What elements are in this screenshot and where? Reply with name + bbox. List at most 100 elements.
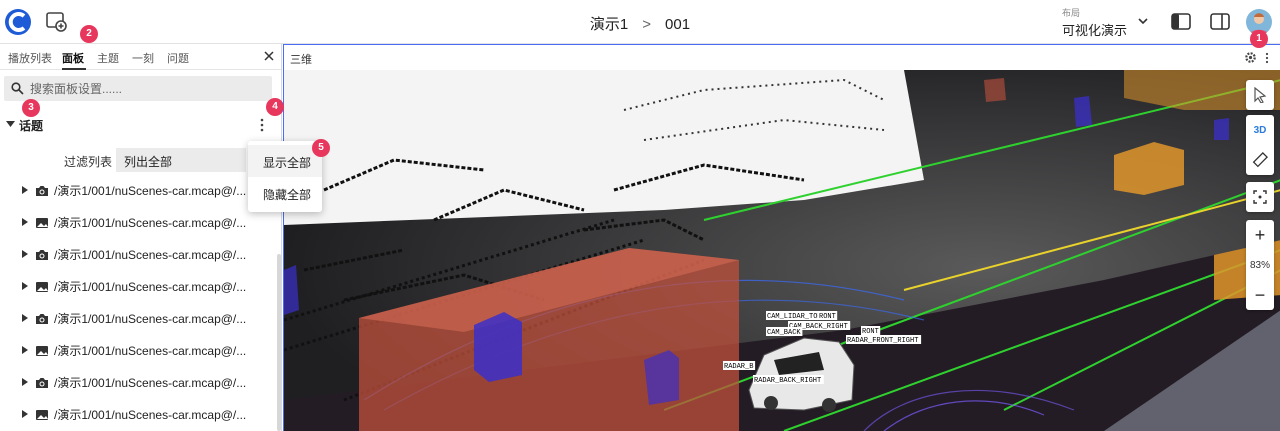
camera-icon [35,312,49,324]
topic-row[interactable]: /演示1/001/nuScenes-car.mcap@/... [0,270,281,302]
tab-topics[interactable]: 主题 [97,50,119,66]
three-d-panel: 三维 CAM_LIDAR_TOP RONT CAM_BACK_RIGHT CAM… [283,44,1280,431]
caret-down-icon[interactable] [6,121,15,128]
camera-icon [35,248,49,260]
cursor-arrow-icon [1254,87,1267,103]
topic-path: /演示1/001/nuScenes-car.mcap@/... [54,216,247,230]
panel-more-icon[interactable] [1265,52,1269,64]
filter-select[interactable]: 列出全部 [116,148,246,172]
3d-mode-button[interactable]: 3D [1246,115,1274,145]
more-vertical-icon[interactable] [258,117,266,133]
panel-toolbar: 三维 [283,44,1280,70]
search-field[interactable] [4,76,272,101]
tab-moments[interactable]: 一刻 [132,50,154,66]
close-icon[interactable] [262,49,276,63]
ruler-icon [1252,152,1268,168]
topic-row[interactable]: /演示1/001/nuScenes-car.mcap@/... [0,398,281,430]
topics-section-header[interactable]: 话题 [0,114,281,136]
datasource-subtitle[interactable]: 001 [665,16,690,33]
layout-label: 布局 [1062,8,1081,18]
image-icon [35,280,49,292]
chevron-down-icon[interactable] [1136,14,1150,28]
left-sidebar-toggle-icon[interactable] [1171,13,1191,30]
interact-toolbar [1246,80,1274,110]
topic-path: /演示1/001/nuScenes-car.mcap@/... [54,408,247,422]
step-badge-1: 1 [1250,30,1268,48]
caret-right-icon[interactable] [22,314,28,322]
caret-right-icon[interactable] [22,378,28,386]
topic-path: /演示1/001/nuScenes-car.mcap@/... [54,280,247,294]
breadcrumb-separator: > [642,16,652,33]
image-icon [35,344,49,356]
topic-row[interactable]: /演示1/001/nuScenes-car.mcap@/... [0,366,281,398]
topic-path: /演示1/001/nuScenes-car.mcap@/... [54,376,247,390]
settings-sidebar: 播放列表 面板 主题 一刻 问题 话题 过滤列表 列出全部 /演示1/001/n… [0,44,282,431]
search-icon [11,82,24,95]
step-badge-3: 3 [22,99,40,117]
focus-icon [1253,190,1267,204]
topic-path: /演示1/001/nuScenes-car.mcap@/... [54,184,247,198]
frame-label: RADAR_B [724,363,753,371]
panel-title[interactable]: 三维 [290,51,312,67]
tab-panel[interactable]: 面板 [62,50,84,66]
caret-right-icon[interactable] [22,250,28,258]
topic-row[interactable]: /演示1/001/nuScenes-car.mcap@/... [0,334,281,366]
sidebar-tabs: 播放列表 面板 主题 一刻 问题 [0,44,281,70]
menu-item-hide-all[interactable]: 隐藏全部 [248,177,322,209]
zoom-in-button[interactable]: + [1246,220,1274,250]
three-d-viewport[interactable]: CAM_LIDAR_TOP RONT CAM_BACK_RIGHT CAM_BACK R… [283,70,1280,431]
measure-button[interactable] [1246,145,1274,175]
zoom-out-button[interactable]: − [1246,280,1274,310]
top-bar: 演示1 >001 布局 可视化演示 [0,0,1280,44]
camera-icon [35,376,49,388]
caret-right-icon[interactable] [22,218,28,226]
right-sidebar-toggle-icon[interactable] [1210,13,1230,30]
recenter-button[interactable] [1246,182,1274,212]
topic-path: /演示1/001/nuScenes-car.mcap@/... [54,248,247,262]
layout-selector[interactable]: 布局 可视化演示 [1062,6,1127,39]
topic-row[interactable]: /演示1/001/nuScenes-car.mcap@/... [0,238,281,270]
caret-right-icon[interactable] [22,186,28,194]
section-title: 话题 [19,119,44,133]
camera-icon [35,184,49,196]
caret-right-icon[interactable] [22,282,28,290]
add-panel-icon[interactable] [46,12,68,32]
frame-label: CAM_BACK [767,329,801,337]
zoom-toolbar: + 83% − [1246,220,1274,310]
topic-row[interactable]: /演示1/001/nuScenes-car.mcap@/... [0,302,281,334]
menu-item-show-all[interactable]: 显示全部 [248,145,322,177]
context-menu: 显示全部 隐藏全部 [248,141,322,212]
image-icon [35,408,49,420]
topic-row[interactable]: /演示1/001/nuScenes-car.mcap@/... [0,174,281,206]
zoom-level: 83% [1249,259,1270,271]
caret-right-icon[interactable] [22,346,28,354]
step-badge-2: 2 [80,25,98,43]
image-icon [35,216,49,228]
tab-playlist[interactable]: 播放列表 [8,50,52,66]
filter-label: 过滤列表 [64,155,113,169]
blue-bounding-box [474,312,522,382]
datasource-title[interactable]: 演示1 [590,16,628,33]
view-toolbar: 3D [1246,115,1274,175]
frame-label: RONT [819,313,836,321]
app-logo[interactable] [4,8,32,36]
tab-problems[interactable]: 问题 [167,50,189,66]
search-input[interactable] [30,79,265,98]
frame-label: RADAR_BACK_RIGHT [754,377,821,385]
frame-label: RONT [862,328,879,336]
topic-path: /演示1/001/nuScenes-car.mcap@/... [54,344,247,358]
caret-right-icon[interactable] [22,410,28,418]
topic-path: /演示1/001/nuScenes-car.mcap@/... [54,312,247,326]
scrollbar[interactable] [277,254,281,431]
step-badge-5: 5 [312,139,330,157]
scene-render: CAM_LIDAR_TOPRONTCAM_BACK_RIGHTCAM_BACK R… [284,70,1280,431]
frame-label: CAM_LIDAR_TOP [767,313,822,321]
active-tab-indicator [62,68,86,70]
gear-icon[interactable] [1244,51,1257,64]
frame-label: RADAR_FRONT_RIGHT [847,337,918,345]
select-tool-button[interactable] [1246,80,1274,110]
step-badge-4: 4 [266,98,284,116]
layout-value: 可视化演示 [1062,23,1128,38]
topic-row[interactable]: /演示1/001/nuScenes-car.mcap@/... [0,206,281,238]
recenter-toolbar [1246,182,1274,212]
